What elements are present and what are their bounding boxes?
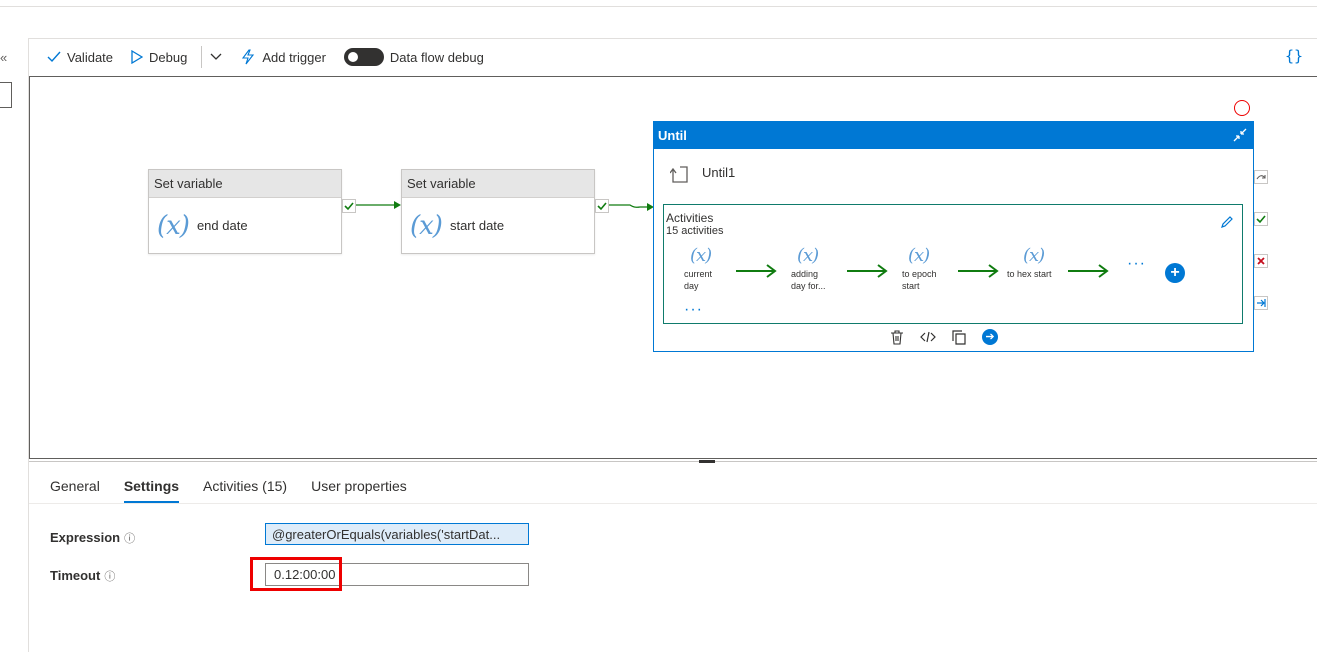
success-output-icon[interactable] <box>595 199 609 213</box>
tab-user-properties[interactable]: User properties <box>311 478 407 503</box>
tab-general[interactable]: General <box>50 478 100 503</box>
debug-dropdown[interactable] <box>210 53 222 61</box>
go-to-activity-icon[interactable]: ➔ <box>982 329 998 345</box>
toggle-switch[interactable] <box>343 48 384 66</box>
variable-icon: (x) <box>410 210 443 241</box>
info-icon[interactable]: ⓘ <box>104 571 115 583</box>
until-name: Until1 <box>702 165 736 180</box>
validate-button[interactable]: Validate <box>47 50 113 65</box>
until-activities-panel[interactable]: Activities 15 activities (x) current day … <box>663 204 1243 324</box>
expression-field[interactable]: @greaterOrEquals(variables('startDat... <box>265 523 529 545</box>
checkmark-icon <box>47 51 61 63</box>
tabs-divider <box>29 503 1317 504</box>
more-icon[interactable]: ··· <box>684 301 703 319</box>
code-icon[interactable] <box>920 331 936 343</box>
validate-label: Validate <box>67 49 114 65</box>
until-header-label: Until <box>658 128 687 143</box>
failure-output-icon[interactable] <box>1254 254 1268 268</box>
activity-header: Set variable <box>149 170 341 198</box>
loop-icon <box>670 166 688 183</box>
code-view-icon[interactable]: {} <box>1285 47 1303 65</box>
debug-label: Debug <box>149 49 188 65</box>
collapse-icon[interactable]: « <box>0 50 7 65</box>
top-divider <box>0 6 1317 7</box>
panel-divider <box>29 461 1317 462</box>
annotation-highlight-box <box>250 557 342 591</box>
add-trigger-label: Add trigger <box>262 49 326 65</box>
expression-label-row: Expression ⓘ <box>50 530 135 546</box>
info-icon[interactable]: ⓘ <box>124 533 135 545</box>
success-output-icon[interactable] <box>1254 212 1268 226</box>
skip-output-icon[interactable] <box>1254 170 1268 184</box>
timeout-label: Timeout <box>50 568 101 583</box>
toolbar-separator <box>201 46 203 68</box>
activity-set-variable-start-date[interactable]: Set variable (x) start date <box>401 169 595 254</box>
data-flow-debug-toggle[interactable]: Data flow debug <box>343 48 484 66</box>
add-trigger-button[interactable]: Add trigger <box>240 49 326 65</box>
annotation-circle <box>1234 100 1250 116</box>
timeout-label-row: Timeout ⓘ <box>50 568 115 584</box>
more-activities-icon[interactable]: ··· <box>1127 255 1146 273</box>
delete-icon[interactable] <box>890 329 904 345</box>
resize-handle[interactable] <box>699 460 715 463</box>
copy-icon[interactable] <box>952 329 966 345</box>
variable-icon: (x) <box>157 210 190 241</box>
until-header: Until <box>654 122 1253 149</box>
until-activity[interactable]: Until Until1 Activities 15 activities (x… <box>653 121 1254 352</box>
pipeline-toolbar: Validate Debug Add trigger Data flow deb… <box>29 40 1317 74</box>
lightning-icon <box>242 49 255 65</box>
chevron-down-icon <box>210 53 222 60</box>
left-search-box[interactable] <box>0 82 12 108</box>
data-flow-debug-label: Data flow debug <box>389 49 484 65</box>
properties-tabs: General Settings Activities (15) User pr… <box>50 478 431 503</box>
success-output-icon[interactable] <box>342 199 356 213</box>
add-activity-button[interactable]: + <box>1165 263 1185 283</box>
expression-label: Expression <box>50 530 121 545</box>
tab-activities[interactable]: Activities (15) <box>203 478 287 503</box>
activity-name: end date <box>196 218 248 233</box>
completion-output-icon[interactable] <box>1254 296 1268 310</box>
activity-actions: ➔ <box>890 329 998 345</box>
collapse-icon[interactable] <box>1233 128 1247 142</box>
left-rail <box>0 38 29 652</box>
play-icon <box>131 50 144 64</box>
activity-name: start date <box>449 218 505 233</box>
activity-set-variable-end-date[interactable]: Set variable (x) end date <box>148 169 342 254</box>
debug-button[interactable]: Debug <box>131 50 187 65</box>
activity-header: Set variable <box>402 170 594 198</box>
inner-connectors <box>736 264 1109 278</box>
tab-settings[interactable]: Settings <box>123 478 180 503</box>
